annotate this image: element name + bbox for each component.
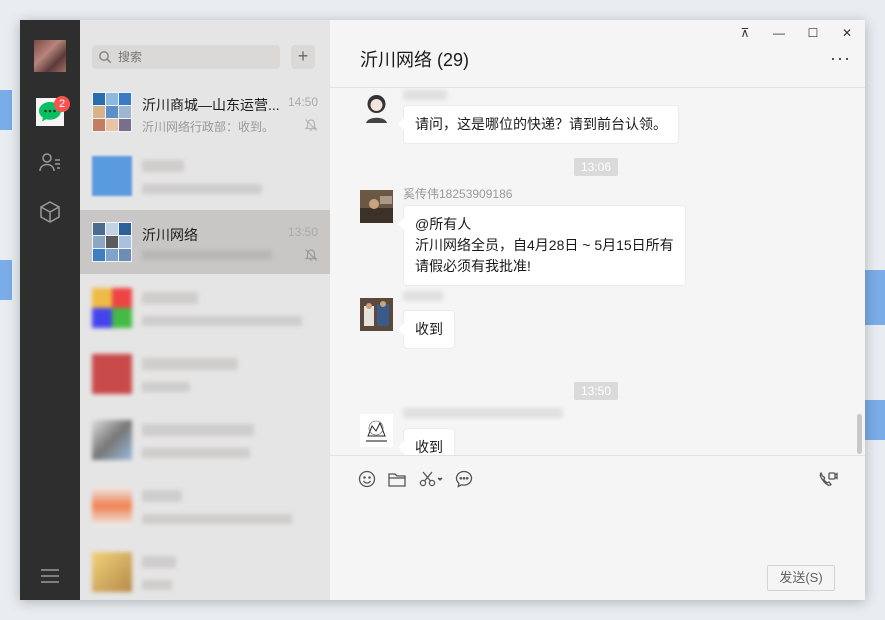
contact-avatar (92, 420, 132, 460)
session-item[interactable] (80, 474, 330, 538)
blurred-sender (403, 291, 443, 301)
unread-badge: 2 (54, 96, 70, 112)
member-avatar (360, 298, 393, 331)
blurred-preview (142, 514, 292, 524)
chat-title: 沂川网络 (29) (360, 50, 470, 70)
contact-avatar (92, 486, 132, 526)
add-chat-button[interactable]: + (291, 45, 315, 69)
session-item[interactable] (80, 144, 330, 208)
sender-name: 奚传伟18253909186 (403, 187, 513, 201)
more-options-button[interactable]: ··· (830, 48, 851, 69)
message-bubble[interactable]: 请问，这是哪位的快递？请到前台认领。 (398, 105, 679, 144)
session-item[interactable] (80, 276, 330, 340)
blurred-preview (142, 580, 172, 590)
member-avatar (360, 90, 393, 123)
chat-history-icon[interactable] (453, 468, 475, 490)
user-avatar[interactable] (34, 40, 66, 72)
chat-pane: ⊼ — ☐ ✕ 沂川网络 (29) ··· 请问，这是哪位的快递？请到前台认领。… (330, 20, 865, 600)
member-avatar (360, 190, 393, 223)
blurred-sender (403, 90, 447, 100)
mute-icon (304, 119, 318, 131)
timestamp: 13:06 (574, 158, 618, 176)
left-nav: 2 (20, 20, 80, 600)
folder-icon[interactable] (386, 468, 408, 490)
search-icon (99, 51, 112, 64)
message-bubble[interactable]: 收到 (398, 310, 455, 349)
session-list: + 沂川商城—山东运营... 14:50 沂川网络行政部：收到。 (80, 20, 330, 600)
group-avatar (92, 222, 132, 262)
message-list: 请问，这是哪位的快递？请到前台认领。 13:06 奚传伟18253909186 … (330, 88, 865, 455)
blurred-name (142, 556, 176, 568)
session-item[interactable] (80, 408, 330, 472)
wechat-window: 2 + 沂川商城—山东运营... 14:50 沂川网络行政部：收 (20, 20, 865, 600)
contact-avatar (92, 354, 132, 394)
pin-button[interactable]: ⊼ (735, 26, 755, 40)
session-time: 14:50 (287, 95, 318, 109)
menu-icon[interactable] (36, 562, 64, 590)
blurred-preview (142, 448, 250, 458)
member-avatar (360, 414, 393, 447)
video-call-icon[interactable] (817, 468, 839, 490)
maximize-button[interactable]: ☐ (803, 26, 823, 40)
timestamp: 13:50 (574, 382, 618, 400)
send-button[interactable]: 发送(S) (767, 565, 835, 591)
favorites-icon[interactable] (36, 198, 64, 226)
blurred-name (142, 160, 184, 172)
session-time: 13:50 (287, 225, 318, 239)
minimize-button[interactable]: — (769, 26, 789, 40)
session-preview: 沂川网络行政部：收到。 (142, 120, 275, 134)
message-line: 请假必须有我批准! (415, 258, 531, 274)
session-name: 沂川网络 (142, 227, 198, 243)
blurred-name (142, 424, 254, 436)
blurred-name (142, 490, 182, 502)
blurred-preview (142, 184, 262, 194)
session-item[interactable] (80, 342, 330, 406)
session-item[interactable] (80, 540, 330, 600)
blurred-name (142, 358, 238, 370)
input-divider (330, 455, 865, 456)
blurred-preview (142, 382, 190, 392)
mute-icon (304, 249, 318, 261)
emoji-icon[interactable] (356, 468, 378, 490)
blurred-name (142, 292, 198, 304)
message-line: @所有人 (415, 216, 472, 232)
contacts-icon[interactable] (36, 148, 64, 176)
contact-avatar (92, 156, 132, 196)
blurred-sender (403, 408, 563, 418)
close-button[interactable]: ✕ (837, 26, 857, 40)
session-name: 沂川商城—山东运营... (142, 97, 280, 113)
session-item-selected[interactable]: 沂川网络 13:50 (80, 210, 330, 274)
session-item[interactable]: 沂川商城—山东运营... 14:50 沂川网络行政部：收到。 (80, 80, 330, 144)
message-scrollbar[interactable] (857, 414, 862, 454)
search-box[interactable] (92, 45, 280, 69)
blurred-preview (142, 250, 272, 260)
search-input[interactable] (116, 49, 270, 65)
scissors-icon[interactable] (418, 468, 444, 490)
message-bubble[interactable]: @所有人 沂川网络全员，自4月28日 ~ 5月15日所有 请假必须有我批准! (398, 205, 686, 286)
group-avatar (92, 92, 132, 132)
contact-avatar (92, 288, 132, 328)
blurred-preview (142, 316, 302, 326)
message-bubble[interactable]: 收到 (398, 428, 455, 455)
contact-avatar (92, 552, 132, 592)
message-line: 沂川网络全员，自4月28日 ~ 5月15日所有 (415, 237, 674, 253)
